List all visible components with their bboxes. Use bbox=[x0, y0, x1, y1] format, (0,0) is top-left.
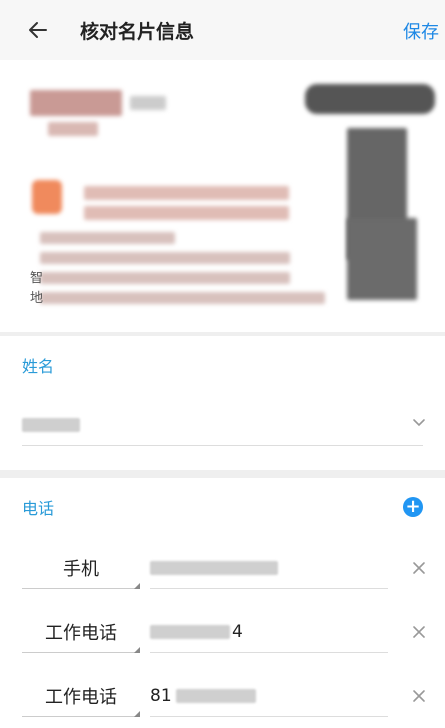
arrow-left-icon bbox=[29, 22, 47, 38]
name-section: 姓名 bbox=[0, 336, 445, 470]
name-label: 姓名 bbox=[22, 357, 55, 376]
phone-number-blur bbox=[175, 688, 256, 703]
name-section-bottom bbox=[0, 456, 445, 470]
phone-type-label: 工作电话 bbox=[45, 622, 117, 644]
qr-code-bottom bbox=[347, 218, 417, 300]
save-button[interactable]: 保存 bbox=[403, 18, 439, 44]
card-name-blur bbox=[30, 90, 122, 116]
card-title-blur bbox=[130, 96, 166, 110]
phone-number-field[interactable]: 4 bbox=[150, 612, 388, 653]
top-bar: 核对名片信息 保存 bbox=[0, 0, 445, 60]
phone-number-blur bbox=[150, 560, 278, 575]
card-char-2: 地 bbox=[30, 291, 44, 306]
phone-row: 工作电话 81 bbox=[0, 664, 445, 728]
phone-number-value: 81 bbox=[150, 685, 172, 706]
phone-type-label: 工作电话 bbox=[45, 686, 117, 708]
page-title: 核对名片信息 bbox=[80, 20, 195, 43]
phone-type-select[interactable]: 手机 bbox=[22, 548, 140, 589]
name-section-header: 姓名 bbox=[0, 336, 445, 394]
phone-type-select[interactable]: 工作电话 bbox=[22, 676, 140, 717]
chevron-down-icon[interactable] bbox=[411, 414, 427, 430]
plus-circle-icon[interactable]: + bbox=[403, 497, 423, 517]
phone-type-select[interactable]: 工作电话 bbox=[22, 612, 140, 653]
close-icon[interactable] bbox=[411, 624, 427, 640]
phone-number-field[interactable]: 81 bbox=[150, 676, 388, 717]
name-value-blur bbox=[22, 417, 80, 432]
card-logo-text-blur bbox=[305, 84, 435, 114]
card-char-1: 智 bbox=[30, 271, 44, 286]
phone-section: 电话 + 手机 工作电话 4 工作电话 81 bbox=[0, 478, 445, 728]
card-subtitle-blur bbox=[48, 122, 98, 136]
phone-type-label: 手机 bbox=[63, 558, 99, 580]
info-line-3 bbox=[40, 272, 290, 284]
phone-number-value: 4 bbox=[232, 621, 243, 642]
section-gap bbox=[0, 470, 445, 478]
phone-label: 电话 bbox=[22, 499, 55, 518]
close-icon[interactable] bbox=[411, 688, 427, 704]
info-line-4 bbox=[40, 292, 325, 304]
logo-mark bbox=[32, 180, 62, 214]
company-line-2 bbox=[84, 206, 289, 220]
phone-number-blur bbox=[150, 624, 230, 639]
phone-number-field[interactable] bbox=[150, 548, 388, 589]
close-icon[interactable] bbox=[411, 560, 427, 576]
phone-section-header: 电话 + bbox=[0, 478, 445, 536]
phone-row: 手机 bbox=[0, 536, 445, 600]
name-field[interactable] bbox=[22, 405, 423, 446]
info-line-2 bbox=[40, 252, 290, 264]
back-button[interactable] bbox=[26, 18, 50, 42]
business-card-image: 智 地 bbox=[0, 60, 445, 332]
company-line-1 bbox=[84, 186, 289, 200]
info-line-1 bbox=[40, 232, 175, 244]
name-row bbox=[0, 394, 445, 456]
phone-row: 工作电话 4 bbox=[0, 600, 445, 664]
